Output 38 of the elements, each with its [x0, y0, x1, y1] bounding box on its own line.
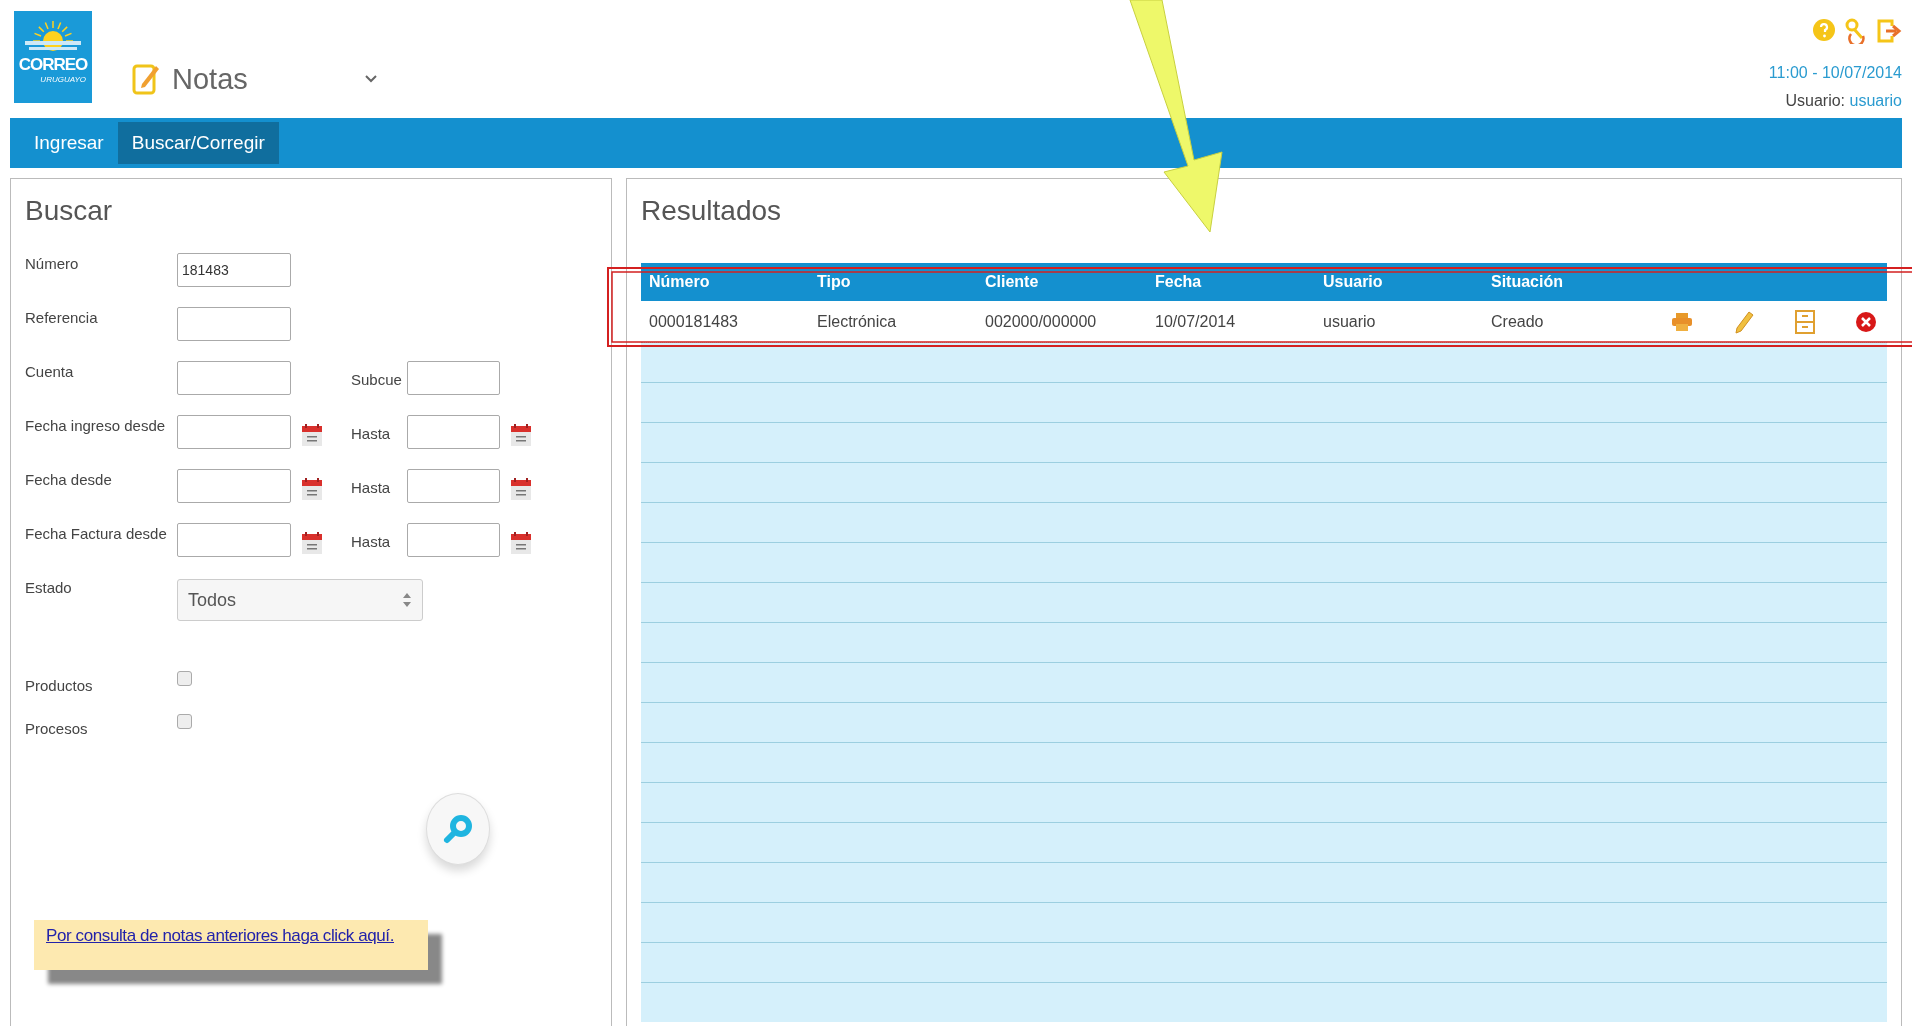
field-label: Hasta [351, 532, 392, 550]
field-label: Número [25, 254, 80, 272]
logo-title: CORREO [18, 55, 88, 75]
column-header[interactable]: Tipo [809, 272, 977, 292]
table-cell-text: 10/07/2014 [1154, 312, 1237, 331]
table-cell-text: usuario [1322, 312, 1377, 331]
checkbox-label: Procesos [25, 719, 89, 737]
column-header[interactable]: Número [641, 272, 809, 292]
column-header[interactable]: Cliente [977, 272, 1147, 292]
table-cell-text: Creado [1490, 312, 1545, 331]
table-cell-text: 0000181483 [648, 312, 739, 331]
old-notes-link[interactable]: Por consulta de notas anteriores haga click aquí. [46, 926, 394, 945]
field-label: Estado [25, 578, 73, 596]
status-select[interactable]: Todos [177, 579, 423, 621]
field-label: Fecha Factura desde [25, 524, 168, 542]
module-title: Notas [172, 62, 249, 96]
column-header[interactable]: Usuario [1315, 272, 1483, 292]
field-label: Cuenta [25, 362, 75, 380]
panel-title: Buscar [25, 195, 114, 227]
checkbox-label: Productos [25, 676, 94, 694]
field-label: Fecha ingreso desde [25, 416, 167, 434]
datetime: 11:00 - 10/07/2014 [1768, 64, 1902, 82]
column-header[interactable]: Fecha [1147, 272, 1315, 292]
logo-subtitle: URUGUAYO [40, 75, 86, 84]
user-label: Usuario: [1785, 92, 1846, 109]
panel-title: Resultados [641, 195, 783, 227]
field-label: Subcue [351, 370, 403, 388]
field-label: Fecha desde [25, 470, 113, 488]
field-label: Referencia [25, 308, 99, 326]
input-field[interactable]: 181483 [177, 253, 291, 287]
column-header[interactable]: Situación [1483, 272, 1641, 292]
user-link[interactable]: usuario [1849, 92, 1902, 109]
nav-tab[interactable]: Ingresar [20, 122, 118, 164]
field-label: Hasta [351, 478, 392, 496]
table-cell-text: 002000/000000 [984, 312, 1098, 331]
nav-tab[interactable]: Buscar/Corregir [117, 122, 279, 164]
field-label: Hasta [351, 424, 392, 442]
table-cell-text: Electrónica [816, 312, 898, 331]
